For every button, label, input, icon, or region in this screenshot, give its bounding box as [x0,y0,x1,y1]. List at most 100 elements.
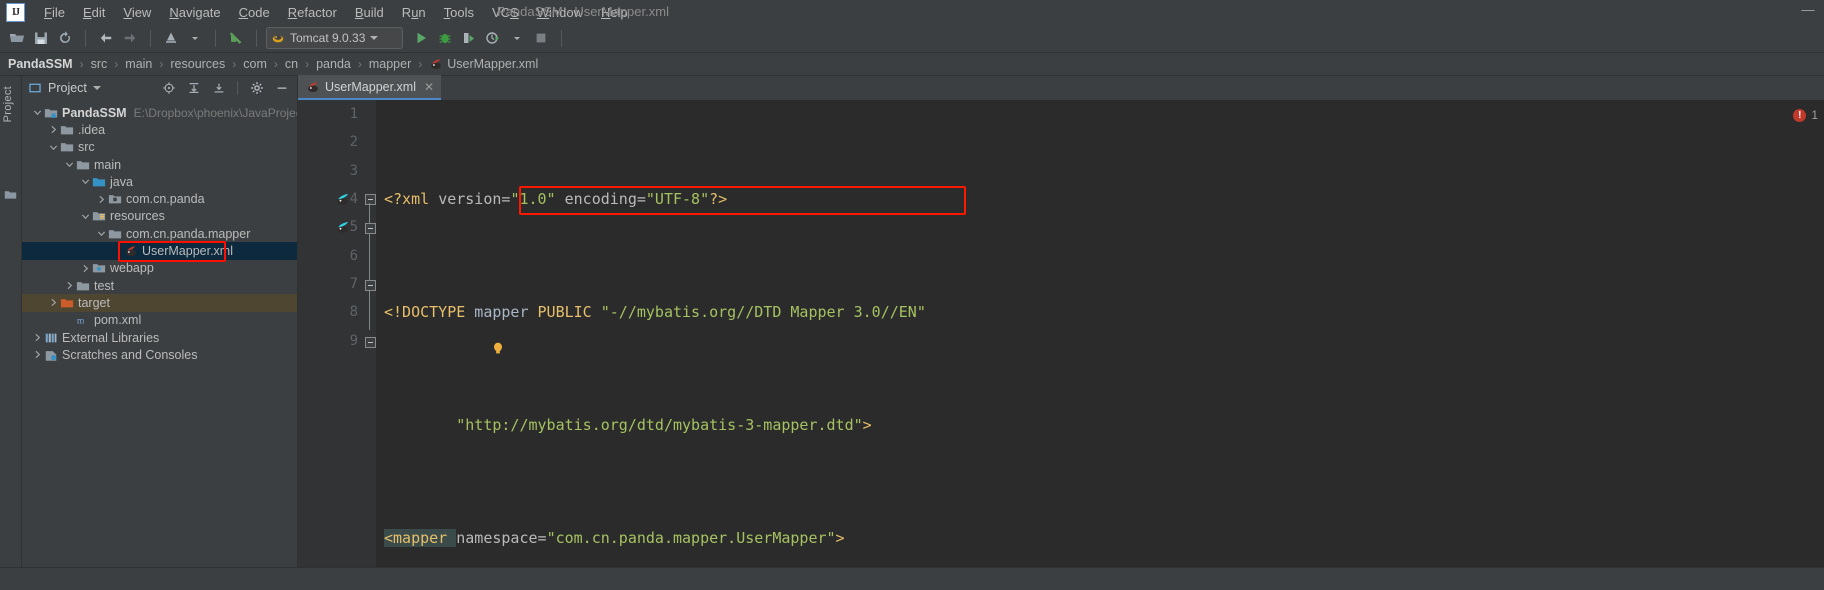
forward-arrow-icon[interactable] [119,27,141,49]
menu-item-edit[interactable]: Edit [74,3,114,22]
profiler-icon[interactable] [482,27,504,49]
fold-marker-line9[interactable] [365,337,376,348]
tab-usermapper-xml[interactable]: UserMapper.xml ✕ [298,75,442,100]
line-number: 7 [349,275,358,292]
breadcrumb-separator: › [273,57,278,71]
undo-icon[interactable] [225,27,247,49]
run-with-coverage-icon[interactable] [458,27,480,49]
tree-node-label: pom.xml [94,313,142,328]
tree-node-label: webapp [110,261,154,276]
breadcrumb-item-mapper[interactable]: mapper [369,57,411,71]
collapse-all-icon[interactable] [209,79,228,98]
tree-node-resources[interactable]: resources [22,208,297,225]
breadcrumb-item-pandassm[interactable]: PandaSSM [8,57,73,71]
menu-item-file[interactable]: File [35,3,74,22]
minimize-button[interactable]: — [1800,2,1816,17]
chevron-down-icon[interactable] [32,108,43,117]
expand-all-icon[interactable] [184,79,203,98]
breadcrumb-item-com[interactable]: com [243,57,267,71]
chevron-right-icon[interactable] [48,298,59,307]
chevron-down-icon[interactable] [48,143,59,152]
menu-item-code[interactable]: Code [230,3,279,22]
chevron-right-icon[interactable] [48,125,59,134]
chevron-right-icon[interactable] [96,195,107,204]
breadcrumb-separator: › [357,57,362,71]
fold-marker-line4[interactable] [365,194,376,205]
tree-node-main[interactable]: main [22,156,297,173]
refresh-icon[interactable] [54,27,76,49]
tree-node-java[interactable]: java [22,173,297,190]
toolbar-separator-3 [215,29,216,47]
project-panel-header: Project [22,76,297,100]
project-tree[interactable]: PandaSSM E:\Dropbox\phoenix\JavaProjects\… [22,100,297,567]
breadcrumb-item-resources[interactable]: resources [170,57,225,71]
save-icon[interactable] [30,27,52,49]
menu-mnemonic: R [287,4,298,20]
chevron-down-icon[interactable] [80,212,91,221]
tree-node-external-libraries[interactable]: External Libraries [22,329,297,346]
tree-node-src[interactable]: src [22,139,297,156]
project-tool-window-button[interactable]: Project [2,86,14,122]
menu-item-run[interactable]: Run [393,3,435,22]
tree-node-scratches-and-consoles[interactable]: Scratches and Consoles [22,346,297,363]
chevron-down-icon[interactable] [64,160,75,169]
chevron-down-icon[interactable] [92,86,101,90]
chevron-down-icon[interactable] [80,177,91,186]
tree-node-com-cn-panda-mapper[interactable]: com.cn.panda.mapper [22,225,297,242]
code-text[interactable]: <?xml version="1.0" encoding="UTF-8"?> <… [358,100,1824,567]
breadcrumb-item-panda[interactable]: panda [316,57,351,71]
code-editor[interactable]: 123456789 <?xml version="1.0" encoding="… [298,100,1824,567]
make-project-icon[interactable] [160,27,182,49]
fold-marker-line7[interactable] [365,280,376,291]
breadcrumb-item-usermapper-xml[interactable]: UserMapper.xml [429,57,538,71]
chevron-down-icon[interactable] [96,229,107,238]
breadcrumb-item-cn[interactable]: cn [285,57,298,71]
code-folding-column[interactable] [364,100,376,567]
chevron-right-icon[interactable] [32,333,43,342]
tree-node-label: Scratches and Consoles [62,347,198,362]
menu-item-refactor[interactable]: Refactor [279,3,346,22]
close-icon[interactable]: ✕ [424,80,434,94]
chevron-right-icon[interactable] [80,264,91,273]
menu-item-navigate[interactable]: Navigate [160,3,229,22]
run-config-label: Tomcat 9.0.33 [290,31,366,45]
chevron-right-icon[interactable] [64,281,75,290]
tree-node-usermapper-xml[interactable]: UserMapper.xml [22,242,297,260]
mybatis-mapper-gutter-icon[interactable] [322,185,364,213]
tree-node-test[interactable]: test [22,277,297,294]
chevron-down-icon-2[interactable] [506,27,528,49]
breadcrumb-item-src[interactable]: src [91,57,108,71]
tree-node-target[interactable]: target [22,294,297,312]
chevron-down-icon[interactable] [370,36,379,40]
chevron-right-icon[interactable] [32,350,43,359]
menu-item-tools[interactable]: Tools [435,3,483,22]
chevron-down-icon[interactable] [184,27,206,49]
debug-icon[interactable] [434,27,456,49]
fold-marker-line5[interactable] [365,223,376,234]
open-folder-icon[interactable] [6,27,28,49]
tree-node--idea[interactable]: .idea [22,121,297,138]
mybatis-file-icon [123,244,138,258]
code-token: namespace= [456,529,547,548]
tree-node-webapp[interactable]: webapp [22,260,297,277]
structure-icon[interactable] [4,188,17,204]
breadcrumb-item-main[interactable]: main [125,57,152,71]
run-icon[interactable] [410,27,432,49]
gear-icon[interactable] [247,79,266,98]
breadcrumb-label: main [125,57,153,71]
window-controls: — [1800,2,1816,17]
tree-node-pandassm[interactable]: PandaSSM E:\Dropbox\phoenix\JavaProjects\… [22,104,297,121]
svg-text:m: m [76,316,84,327]
locate-icon[interactable] [159,79,178,98]
hide-icon[interactable] [272,79,291,98]
back-arrow-icon[interactable] [95,27,117,49]
menu-item-view[interactable]: View [114,3,160,22]
menu-item-build[interactable]: Build [346,3,393,22]
stop-icon[interactable] [530,27,552,49]
inspection-status[interactable]: ! 1 [1793,108,1818,122]
mybatis-statement-gutter-icon[interactable] [322,213,364,241]
tree-node-com-cn-panda[interactable]: com.cn.panda [22,190,297,207]
tree-node-pom-xml[interactable]: m pom.xml [22,312,297,329]
run-configuration-selector[interactable]: Tomcat 9.0.33 [266,27,403,49]
intention-bulb-icon[interactable] [384,308,503,354]
